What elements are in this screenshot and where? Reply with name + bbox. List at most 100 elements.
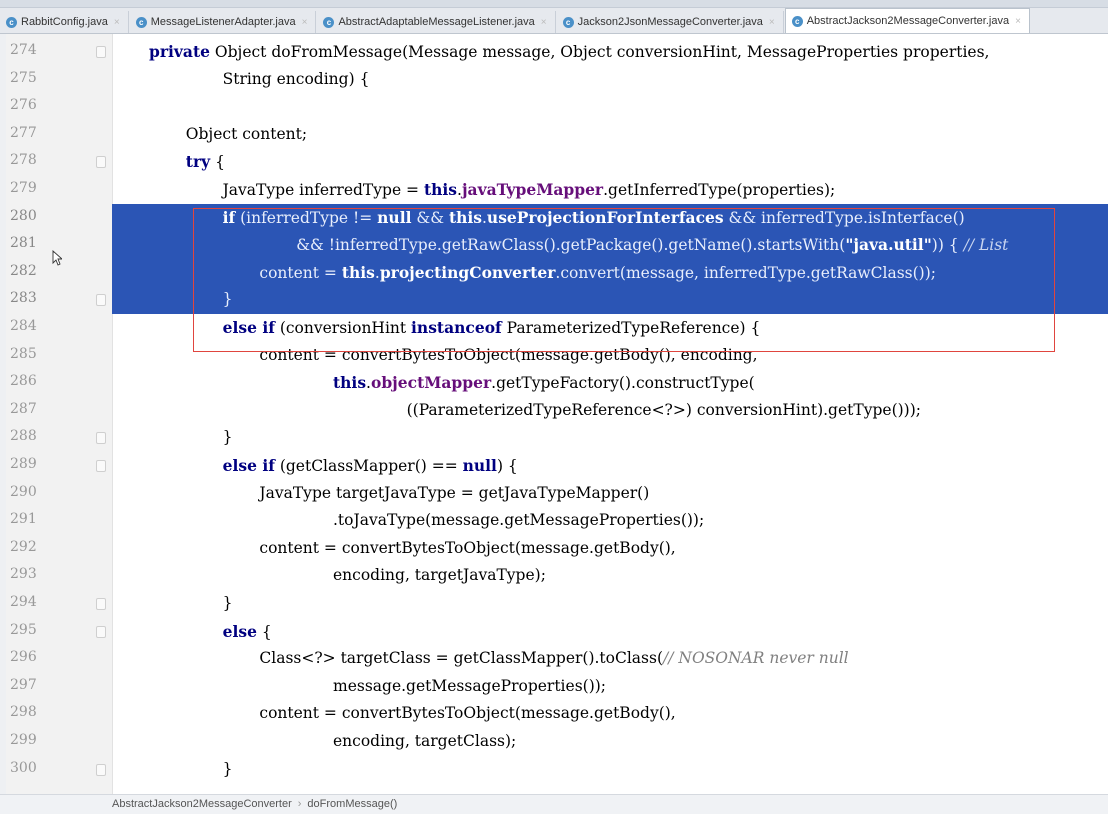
code-text[interactable]: content = convertBytesToObject(message.g… [259,704,675,722]
java-class-icon: c [323,16,335,28]
fold-marker-icon[interactable] [96,598,106,610]
code-text[interactable]: private Object doFromMessage(Message mes… [149,42,989,61]
line-number: 289 [10,456,37,472]
fold-marker-icon[interactable] [96,460,106,472]
line-number: 293 [10,566,37,583]
code-line[interactable]: 288} [6,424,1108,452]
editor-tab[interactable]: c RabbitConfig.java × [0,11,129,33]
line-number: 296 [10,649,37,666]
line-number: 276 [10,97,37,114]
line-number: 295 [10,621,37,638]
code-line[interactable]: 279 JavaType inferredType = this.javaType… [6,176,1108,204]
line-number: 285 [10,345,37,362]
code-line[interactable]: 292 content = convertBytesToObject(messag… [6,535,1108,563]
line-number: 284 [10,318,37,334]
code-text[interactable]: message.getMessageProperties()); [333,677,606,695]
code-text[interactable]: JavaType inferredType = this.javaTypeMap… [223,180,836,199]
code-line[interactable]: 282 content = this.projectingConverter.co… [6,258,1108,287]
code-line[interactable]: 296 Class<?> targetClass = getClassMapper… [6,645,1108,673]
line-number: 277 [10,124,37,141]
close-tab-icon[interactable]: × [114,17,120,28]
code-line[interactable]: 281 && !inferredType.getRawClass().getPac… [6,231,1108,259]
line-number: 274 [10,42,37,58]
code-line[interactable]: 284 else if (conversionHint instanceof Pa… [6,314,1108,342]
editor-tab[interactable]: c Jackson2JsonMessageConverter.java × [556,11,784,33]
code-text[interactable]: encoding, targetJavaType); [333,566,546,584]
code-text[interactable]: Class<?> targetClass = getClassMapper().… [259,649,848,667]
code-text[interactable]: Object content; [186,125,307,143]
code-line[interactable]: 295 else { [6,618,1108,646]
code-text[interactable]: && !inferredType.getRawClass().getPackag… [296,235,1008,254]
navigation-breadcrumb-bar: AbstractJackson2MessageConverter › doFro… [0,794,1108,814]
fold-marker-icon[interactable] [96,432,106,445]
fold-marker-icon[interactable] [96,156,106,169]
editor-tab[interactable]: c MessageListenerAdapter.java × [129,11,317,33]
code-text[interactable]: else if (conversionHint instanceof Param… [223,318,761,337]
fold-marker-icon[interactable] [96,294,106,307]
code-text[interactable]: content = this.projectingConverter.conve… [259,263,936,282]
code-line[interactable]: 277 Object content; [6,121,1108,149]
line-number: 278 [10,152,37,169]
fold-marker-icon[interactable] [96,46,106,58]
close-tab-icon[interactable]: × [1015,16,1021,27]
java-class-icon: c [135,16,147,28]
code-line[interactable]: 275 String encoding) { [6,66,1108,94]
code-line[interactable]: 299 encoding, targetClass); [6,728,1108,756]
code-text[interactable]: encoding, targetClass); [333,732,516,750]
code-line[interactable]: 280 if (inferredType != null && this.useP… [6,203,1108,232]
editor-tab[interactable]: c AbstractAdaptableMessageListener.java × [317,11,556,33]
breadcrumb-method[interactable]: doFromMessage() [307,798,397,810]
line-number: 299 [10,732,37,748]
line-number: 280 [10,207,37,224]
code-line[interactable]: 286 this.objectMapper.getTypeFactory().co… [6,369,1108,397]
line-number: 291 [10,511,37,528]
code-line[interactable]: 287 ((ParameterizedTypeReference<?>) conv… [6,397,1108,425]
line-number: 287 [10,400,37,417]
code-line[interactable]: 274 private Object doFromMessage(Message … [6,38,1108,66]
code-text[interactable]: ((ParameterizedTypeReference<?>) convers… [407,401,921,419]
code-text[interactable]: } [223,594,233,612]
code-text[interactable]: content = convertBytesToObject(message.g… [259,346,757,364]
code-line[interactable]: 294} [6,590,1108,618]
code-text[interactable]: this.objectMapper.getTypeFactory().const… [333,373,755,392]
tab-label: Jackson2JsonMessageConverter.java [577,16,763,28]
code-line[interactable]: 283} [6,286,1108,314]
code-line[interactable]: 293 encoding, targetJavaType); [6,562,1108,590]
editor-tab-bar: c RabbitConfig.java × c MessageListenerAdapt… [0,8,1108,34]
code-line[interactable]: 291 .toJavaType(message.getMessagePropert… [6,507,1108,535]
code-text[interactable]: } [223,760,233,778]
editor-tab[interactable]: c AbstractJackson2MessageConverter.java × [784,8,1030,33]
code-line[interactable]: 276 [6,93,1108,121]
code-line[interactable]: 278 try { [6,148,1108,176]
close-tab-icon[interactable]: × [302,17,308,28]
code-editor[interactable]: 274 private Object doFromMessage(Message … [6,34,1108,794]
code-line[interactable]: 298 content = convertBytesToObject(messag… [6,700,1108,728]
code-text[interactable]: if (inferredType != null && this.useProj… [223,208,965,227]
code-line[interactable]: 290 JavaType targetJavaType = getJavaType… [6,480,1108,508]
code-line[interactable]: 297 message.getMessageProperties()); [6,673,1108,701]
fold-marker-icon[interactable] [96,763,106,776]
line-number: 294 [10,594,37,610]
code-text[interactable]: content = convertBytesToObject(message.g… [259,539,675,557]
code-text[interactable]: try { [186,152,225,171]
code-text[interactable]: .toJavaType(message.getMessageProperties… [333,511,704,529]
code-line[interactable]: 285 content = convertBytesToObject(messag… [6,342,1108,370]
code-text[interactable]: } [223,428,233,446]
line-number: 275 [10,69,37,86]
line-number: 282 [10,262,37,279]
code-text[interactable]: } [223,290,233,308]
breadcrumb-class[interactable]: AbstractJackson2MessageConverter [112,798,292,810]
code-text[interactable]: JavaType targetJavaType = getJavaTypeMap… [259,484,649,502]
java-class-icon: c [791,15,803,27]
line-number: 290 [10,483,37,500]
code-text[interactable]: else { [223,622,272,641]
line-number: 292 [10,538,37,555]
code-line[interactable]: 289 else if (getClassMapper() == null) { [6,452,1108,480]
close-tab-icon[interactable]: × [541,17,547,28]
code-line[interactable]: 300} [6,756,1108,784]
code-text[interactable]: String encoding) { [223,70,370,88]
line-number: 297 [10,676,37,693]
code-text[interactable]: else if (getClassMapper() == null) { [223,456,518,475]
fold-marker-icon[interactable] [96,625,106,638]
close-tab-icon[interactable]: × [769,17,775,28]
